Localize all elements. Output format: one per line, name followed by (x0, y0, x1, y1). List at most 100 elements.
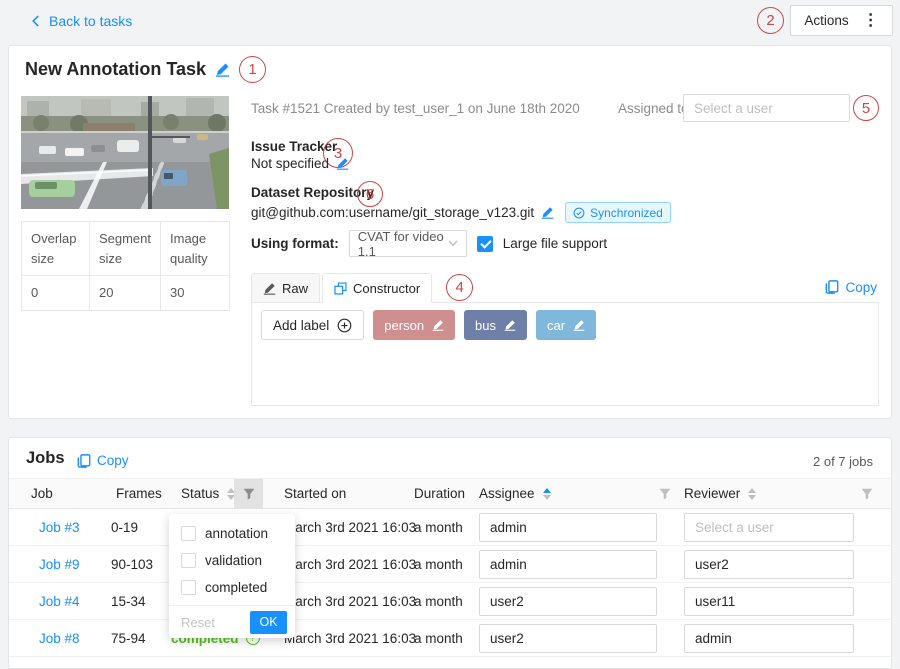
label-tag-bus-name: bus (475, 318, 496, 333)
param-value-quality: 30 (161, 276, 229, 310)
status-filter-dropdown: annotation validation completed Reset OK (169, 514, 295, 638)
filter-option-completed-label: completed (205, 580, 267, 595)
col-reviewer-label: Reviewer (684, 486, 740, 501)
completed-checkbox[interactable] (181, 580, 196, 595)
tab-raw[interactable]: Raw (251, 273, 320, 303)
copy-jobs-label: Copy (97, 453, 129, 468)
large-file-support-label: Large file support (503, 236, 607, 251)
col-status-label: Status (181, 486, 219, 501)
task-details-card: New Annotation Task 1 (8, 45, 892, 419)
param-value-overlap: 0 (22, 276, 90, 310)
jobs-table-header: Job Frames Status Started on Duration As… (9, 478, 891, 509)
col-started: Started on (284, 479, 346, 508)
chevron-down-icon (448, 240, 458, 247)
annotation-checkbox[interactable] (181, 526, 196, 541)
reviewer-input[interactable] (684, 587, 854, 616)
duration-cell: a month (414, 546, 463, 582)
annotation-circle-2: 2 (757, 7, 784, 34)
filter-option-completed[interactable]: completed (169, 574, 295, 601)
assignee-input[interactable] (479, 624, 657, 653)
assigned-to-label: Assigned to (618, 101, 689, 116)
copy-labels-link[interactable]: Copy (825, 280, 877, 295)
validation-checkbox[interactable] (181, 553, 196, 568)
jobs-title: Jobs (26, 449, 65, 468)
back-link-label: Back to tasks (49, 13, 132, 29)
label-tag-bus[interactable]: bus (464, 310, 527, 340)
status-filter-button[interactable] (234, 479, 263, 508)
label-tag-car-name: car (547, 318, 565, 333)
assignee-input[interactable] (479, 513, 657, 542)
reviewer-input[interactable] (684, 550, 854, 579)
blocks-icon (334, 282, 347, 295)
tab-constructor[interactable]: Constructor (322, 273, 432, 303)
filter-option-annotation-label: annotation (205, 526, 268, 541)
col-status[interactable]: Status (181, 479, 235, 508)
assignee-input[interactable] (479, 587, 657, 616)
add-label-button[interactable]: Add label (261, 310, 364, 340)
job-link[interactable]: Job #8 (39, 620, 80, 656)
dataset-repository-url: git@github.com:username/git_storage_v123… (251, 205, 534, 220)
edit-label-icon[interactable] (504, 319, 516, 331)
copy-icon (825, 280, 839, 294)
started-cell: March 3rd 2021 16:03 (284, 620, 416, 656)
jobs-card: Jobs Copy 2 of 7 jobs Job Frames Status … (8, 437, 892, 669)
reviewer-sorter[interactable] (748, 488, 756, 500)
back-to-tasks-link[interactable]: Back to tasks (30, 13, 132, 29)
started-cell: March 3rd 2021 16:03 (284, 583, 416, 619)
task-meta: Task #1521 Created by test_user_1 on Jun… (251, 101, 580, 116)
reviewer-input[interactable] (684, 624, 854, 653)
label-tag-car[interactable]: car (536, 310, 596, 340)
annotation-circle-5: 5 (853, 95, 879, 121)
edit-label-icon[interactable] (432, 319, 444, 331)
col-reviewer[interactable]: Reviewer (684, 479, 756, 508)
assignee-filter-button[interactable] (659, 479, 671, 508)
started-cell: March 3rd 2021 16:03 (284, 509, 416, 545)
cvat-task-page: Back to tasks 2 Actions ⋮ New Annotation… (0, 0, 900, 669)
frames-cell: 15-34 (111, 583, 146, 619)
pencil-icon (263, 282, 276, 295)
job-link[interactable]: Job #3 (39, 509, 80, 545)
duration-cell: a month (414, 509, 463, 545)
job-link[interactable]: Job #4 (39, 583, 80, 619)
edit-repository-icon[interactable] (541, 206, 554, 219)
filter-funnel-icon (243, 488, 255, 500)
table-row: Job #9 90-103 March 3rd 2021 16:03 a mon… (9, 546, 891, 583)
actions-label: Actions (804, 13, 848, 28)
format-select[interactable]: CVAT for video 1.1 (349, 230, 467, 257)
col-assignee[interactable]: Assignee (479, 479, 551, 508)
duration-cell: a month (414, 620, 463, 656)
frames-cell: 0-19 (111, 509, 138, 545)
format-select-value: CVAT for video 1.1 (358, 229, 448, 259)
filter-option-annotation[interactable]: annotation (169, 520, 295, 547)
task-preview-image (21, 96, 229, 209)
table-row: Job #3 0-19 March 3rd 2021 16:03 a month (9, 509, 891, 546)
large-file-support-checkbox[interactable] (477, 236, 493, 252)
task-title-row: New Annotation Task 1 (25, 56, 266, 83)
edit-issue-tracker-icon[interactable] (336, 157, 349, 170)
sync-status-badge: Synchronized (565, 202, 671, 223)
param-header-overlap: Overlap size (22, 222, 90, 276)
kebab-menu-icon: ⋮ (863, 13, 879, 29)
copy-jobs-link[interactable]: Copy (77, 453, 129, 468)
task-assignee-input[interactable] (683, 94, 850, 122)
reviewer-input[interactable] (684, 513, 854, 542)
filter-option-validation[interactable]: validation (169, 547, 295, 574)
filter-option-validation-label: validation (205, 553, 262, 568)
assignee-input[interactable] (479, 550, 657, 579)
edit-label-icon[interactable] (573, 319, 585, 331)
edit-task-name-icon[interactable] (215, 62, 230, 77)
tab-raw-label: Raw (282, 281, 308, 296)
dataset-repository-label: Dataset Repository (251, 185, 374, 200)
check-circle-icon (573, 207, 585, 219)
filter-ok-button[interactable]: OK (250, 611, 287, 634)
table-row: Job #4 15-34 March 3rd 2021 16:03 a mont… (9, 583, 891, 620)
reviewer-filter-button[interactable] (861, 479, 873, 508)
label-tag-person[interactable]: person (373, 310, 455, 340)
assignee-sorter[interactable] (543, 488, 551, 500)
jobs-count: 2 of 7 jobs (813, 454, 873, 469)
job-link[interactable]: Job #9 (39, 546, 80, 582)
col-job: Job (31, 479, 53, 508)
actions-button[interactable]: Actions ⋮ (790, 5, 893, 36)
task-params-table: Overlap size Segment size Image quality … (21, 221, 230, 311)
filter-reset-button[interactable]: Reset (181, 615, 215, 630)
